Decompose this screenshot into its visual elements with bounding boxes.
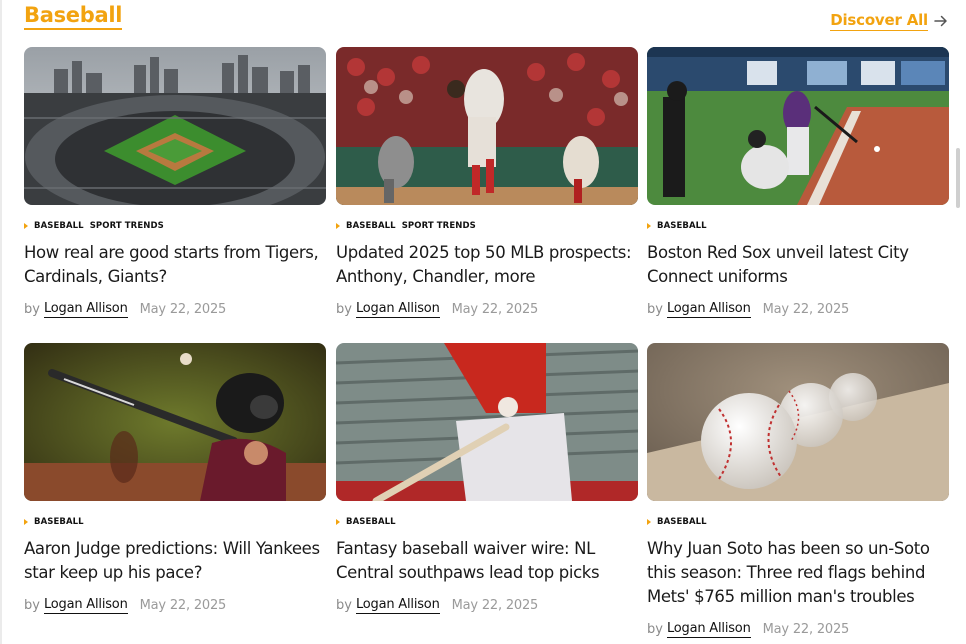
byline-prefix: by bbox=[24, 597, 40, 613]
tag-label[interactable]: BASEBALL bbox=[657, 517, 707, 527]
baseballs-closeup-photo[interactable] bbox=[647, 343, 949, 501]
article-headline[interactable]: How real are good starts from Tigers, Ca… bbox=[24, 241, 328, 289]
byline-prefix: by bbox=[647, 621, 663, 637]
tag-label[interactable]: SPORT TRENDS bbox=[402, 221, 476, 231]
tag-label[interactable]: BASEBALL bbox=[34, 221, 84, 231]
author-link[interactable]: Logan Allison bbox=[666, 620, 751, 638]
publish-date: May 22, 2025 bbox=[762, 621, 850, 637]
discover-all-link[interactable]: Discover All bbox=[830, 10, 948, 31]
tag-marker-icon bbox=[647, 223, 651, 229]
byline: by Logan Allison May 22, 2025 bbox=[647, 300, 949, 318]
article-card[interactable]: BASEBALL Boston Red Sox unveil latest Ci… bbox=[647, 47, 949, 318]
batter-swing-photo[interactable] bbox=[647, 47, 949, 205]
article-card[interactable]: BASEBALL Fantasy baseball waiver wire: N… bbox=[336, 343, 638, 614]
publish-date: May 22, 2025 bbox=[451, 301, 539, 317]
author-link[interactable]: Logan Allison bbox=[666, 300, 751, 318]
discover-all-label: Discover All bbox=[830, 11, 928, 31]
author-link[interactable]: Logan Allison bbox=[43, 596, 128, 614]
tag-marker-icon bbox=[336, 223, 340, 229]
article-card[interactable]: BASEBALL Aaron Judge predictions: Will Y… bbox=[24, 343, 326, 614]
byline: by Logan Allison May 22, 2025 bbox=[336, 596, 638, 614]
section-title[interactable]: Baseball bbox=[24, 2, 122, 30]
tag-marker-icon bbox=[336, 519, 340, 525]
pitcher-photo[interactable] bbox=[336, 47, 638, 205]
article-card[interactable]: BASEBALL Why Juan Soto has been so un-So… bbox=[647, 343, 949, 638]
byline: by Logan Allison May 22, 2025 bbox=[24, 300, 326, 318]
article-headline[interactable]: Boston Red Sox unveil latest City Connec… bbox=[647, 241, 951, 289]
byline-prefix: by bbox=[336, 597, 352, 613]
tag-row: BASEBALL bbox=[647, 515, 949, 529]
tag-marker-icon bbox=[24, 519, 28, 525]
tag-label[interactable]: BASEBALL bbox=[346, 221, 396, 231]
publish-date: May 22, 2025 bbox=[139, 597, 227, 613]
young-batter-photo[interactable] bbox=[24, 343, 326, 501]
tag-label[interactable]: SPORT TRENDS bbox=[90, 221, 164, 231]
publish-date: May 22, 2025 bbox=[139, 301, 227, 317]
tag-row: BASEBALL bbox=[336, 515, 638, 529]
article-headline[interactable]: Fantasy baseball waiver wire: NL Central… bbox=[336, 537, 640, 585]
page-left-divider bbox=[0, 0, 2, 644]
tag-row: BASEBALL SPORT TRENDS bbox=[24, 219, 326, 233]
article-card[interactable]: BASEBALL SPORT TRENDS How real are good … bbox=[24, 47, 326, 318]
byline: by Logan Allison May 22, 2025 bbox=[336, 300, 638, 318]
tag-marker-icon bbox=[24, 223, 28, 229]
byline: by Logan Allison May 22, 2025 bbox=[24, 596, 326, 614]
byline-prefix: by bbox=[24, 301, 40, 317]
tag-label[interactable]: BASEBALL bbox=[657, 221, 707, 231]
article-headline[interactable]: Aaron Judge predictions: Will Yankees st… bbox=[24, 537, 328, 585]
tag-row: BASEBALL SPORT TRENDS bbox=[336, 219, 638, 233]
tag-row: BASEBALL bbox=[24, 515, 326, 529]
byline: by Logan Allison May 22, 2025 bbox=[647, 620, 949, 638]
tag-label[interactable]: BASEBALL bbox=[34, 517, 84, 527]
scrollbar-thumb[interactable] bbox=[956, 148, 960, 208]
publish-date: May 22, 2025 bbox=[451, 597, 539, 613]
tag-row: BASEBALL bbox=[647, 219, 949, 233]
byline-prefix: by bbox=[647, 301, 663, 317]
article-headline[interactable]: Updated 2025 top 50 MLB prospects: Antho… bbox=[336, 241, 640, 289]
author-link[interactable]: Logan Allison bbox=[355, 300, 440, 318]
arrow-right-icon bbox=[934, 14, 948, 28]
article-card[interactable]: BASEBALL SPORT TRENDS Updated 2025 top 5… bbox=[336, 47, 638, 318]
batter-closeup-photo[interactable] bbox=[336, 343, 638, 501]
article-headline[interactable]: Why Juan Soto has been so un-Soto this s… bbox=[647, 537, 951, 609]
author-link[interactable]: Logan Allison bbox=[355, 596, 440, 614]
tag-marker-icon bbox=[647, 519, 651, 525]
tag-label[interactable]: BASEBALL bbox=[346, 517, 396, 527]
publish-date: May 22, 2025 bbox=[762, 301, 850, 317]
byline-prefix: by bbox=[336, 301, 352, 317]
author-link[interactable]: Logan Allison bbox=[43, 300, 128, 318]
stadium-aerial-photo[interactable] bbox=[24, 47, 326, 205]
